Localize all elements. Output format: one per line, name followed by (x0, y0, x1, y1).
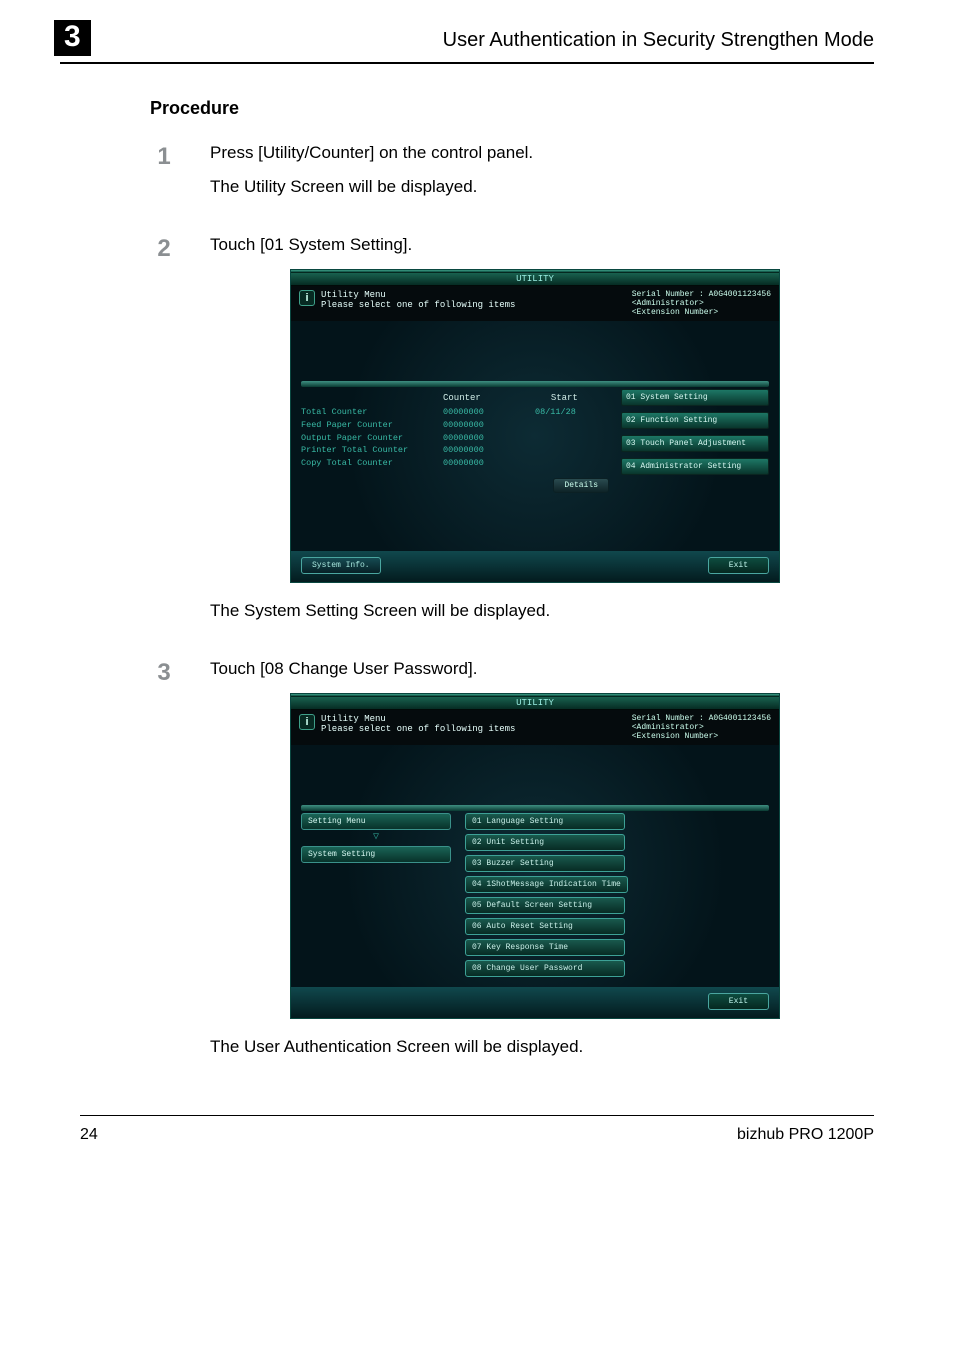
window-title: UTILITY (291, 273, 779, 286)
system-info-button[interactable]: System Info. (301, 557, 381, 574)
exit-button[interactable]: Exit (708, 993, 769, 1010)
screenshot-2-caption: The User Authentication Screen will be d… (210, 1037, 874, 1057)
btn-1shot-message-indication-time[interactable]: 04 1ShotMessage Indication Time (465, 876, 628, 893)
btn-system-setting[interactable]: 01 System Setting (621, 389, 769, 406)
step-3-line-1: Touch [08 Change User Password]. (210, 659, 874, 679)
counter-row-feed: Feed Paper Counter 00000000 (301, 419, 621, 432)
info-icon: i (299, 290, 315, 306)
btn-function-setting[interactable]: 02 Function Setting (621, 412, 769, 429)
counter-value: 00000000 (443, 457, 535, 470)
counter-col-header: Counter (443, 393, 481, 403)
counter-name: Total Counter (301, 406, 443, 419)
exit-button[interactable]: Exit (708, 557, 769, 574)
step-3: 3 Touch [08 Change User Password]. UTILI… (150, 659, 874, 1071)
breadcrumb-setting-menu[interactable]: Setting Menu (301, 813, 451, 830)
serial-label: Serial Number (632, 290, 694, 299)
screenshot-1-caption: The System Setting Screen will be displa… (210, 601, 874, 621)
btn-administrator-setting[interactable]: 04 Administrator Setting (621, 458, 769, 475)
btn-buzzer-setting[interactable]: 03 Buzzer Setting (465, 855, 625, 872)
menu-title: Utility Menu (321, 714, 515, 724)
serial-value: : A0G4001123456 (699, 290, 771, 299)
step-1-line-1: Press [Utility/Counter] on the control p… (210, 143, 874, 163)
step-1-line-2: The Utility Screen will be displayed. (210, 177, 874, 197)
step-2-line-1: Touch [01 System Setting]. (210, 235, 874, 255)
btn-language-setting[interactable]: 01 Language Setting (465, 813, 625, 830)
counter-value: 00000000 (443, 444, 535, 457)
btn-default-screen-setting[interactable]: 05 Default Screen Setting (465, 897, 625, 914)
chevron-down-icon: ▽ (301, 834, 451, 842)
chapter-number: 3 (54, 20, 91, 56)
extension-label: <Extension Number> (632, 308, 771, 317)
menu-subtitle: Please select one of following items (321, 724, 515, 734)
counter-value: 00000000 (443, 432, 535, 445)
btn-unit-setting[interactable]: 02 Unit Setting (465, 834, 625, 851)
counter-row-output: Output Paper Counter 00000000 (301, 432, 621, 445)
admin-label: <Administrator> (632, 299, 771, 308)
step-3-number: 3 (150, 661, 178, 1071)
counter-name: Feed Paper Counter (301, 419, 443, 432)
counter-name: Output Paper Counter (301, 432, 443, 445)
start-col-header: Start (551, 393, 578, 403)
utility-screenshot-2: UTILITY i Utility Menu Please select one… (290, 693, 874, 1019)
btn-auto-reset-setting[interactable]: 06 Auto Reset Setting (465, 918, 625, 935)
btn-touch-panel-adjustment[interactable]: 03 Touch Panel Adjustment (621, 435, 769, 452)
counter-name: Copy Total Counter (301, 457, 443, 470)
btn-change-user-password[interactable]: 08 Change User Password (465, 960, 625, 977)
utility-screenshot-1: UTILITY i Utility Menu Please select one… (290, 269, 874, 583)
btn-key-response-time[interactable]: 07 Key Response Time (465, 939, 625, 956)
step-1: 1 Press [Utility/Counter] on the control… (150, 143, 874, 211)
page-header-title: User Authentication in Security Strength… (111, 29, 874, 52)
counter-row-copy: Copy Total Counter 00000000 (301, 457, 621, 470)
details-button[interactable]: Details (553, 478, 609, 493)
serial-value: : A0G4001123456 (699, 714, 771, 723)
info-icon: i (299, 714, 315, 730)
step-2-number: 2 (150, 237, 178, 635)
window-title: UTILITY (291, 697, 779, 710)
step-1-number: 1 (150, 145, 178, 211)
menu-subtitle: Please select one of following items (321, 300, 515, 310)
serial-label: Serial Number (632, 714, 694, 723)
procedure-heading: Procedure (150, 98, 874, 119)
counter-name: Printer Total Counter (301, 444, 443, 457)
extension-label: <Extension Number> (632, 732, 771, 741)
breadcrumb-system-setting[interactable]: System Setting (301, 846, 451, 863)
page-number: 24 (80, 1126, 98, 1144)
counter-start: 08/11/28 (535, 406, 615, 419)
step-2: 2 Touch [01 System Setting]. UTILITY i U… (150, 235, 874, 635)
counter-row-printer: Printer Total Counter 00000000 (301, 444, 621, 457)
counter-value: 00000000 (443, 419, 535, 432)
menu-title: Utility Menu (321, 290, 515, 300)
counter-row-total: Total Counter 00000000 08/11/28 (301, 406, 621, 419)
counter-value: 00000000 (443, 406, 535, 419)
admin-label: <Administrator> (632, 723, 771, 732)
model-name: bizhub PRO 1200P (737, 1126, 874, 1144)
